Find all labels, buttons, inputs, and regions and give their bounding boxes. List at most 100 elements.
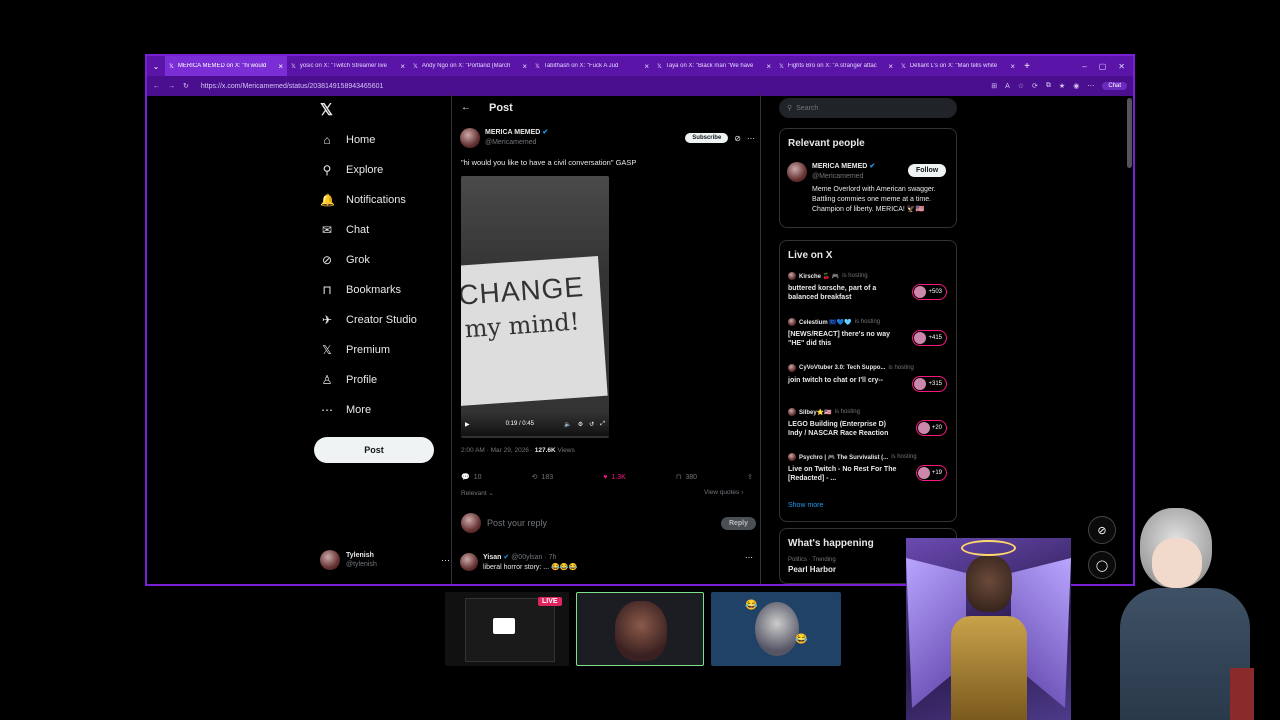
bookmark-count: 380 <box>685 473 698 481</box>
trend-item[interactable]: Politics · Trending Pearl Harbor <box>788 557 836 574</box>
share-icon[interactable]: ⇪ <box>747 473 753 481</box>
live-title: [NEWS/REACT] there's no way "HE" did thi… <box>788 331 891 347</box>
post-actions-top: Subscribe ⊘ ⋯ <box>685 133 755 143</box>
engagement-bar: 💬 10 ⟲ 183 ♥ 1.3K ⊓ 380 ⇪ <box>461 473 753 482</box>
reply-button[interactable]: Reply <box>720 516 756 530</box>
close-tab-icon[interactable]: × <box>400 62 405 71</box>
copilot-chat-button[interactable]: Chat <box>1102 82 1127 90</box>
repost-action[interactable]: ⟲ 183 <box>532 473 554 482</box>
volume-icon[interactable]: 🔈 <box>564 421 571 428</box>
reply-input[interactable]: Post your reply <box>487 518 547 528</box>
live-item[interactable]: Psychro | 🎮 The Survivalist (... is hosti… <box>788 453 953 483</box>
host-status: is hosting <box>842 273 868 279</box>
reload-icon[interactable]: ↻ <box>183 82 189 90</box>
browser-tab[interactable]: 𝕏 Defiant L's on X: "Man tells white × <box>897 56 1019 76</box>
live-badge: LIVE <box>538 597 562 606</box>
avatar <box>788 272 796 280</box>
tab-list-chevron-icon[interactable]: ⌄ <box>147 62 165 71</box>
trend-category: Politics · Trending <box>788 557 836 563</box>
character-body <box>951 616 1027 720</box>
x-logo-icon: 𝕏 <box>291 63 296 70</box>
close-window-icon[interactable]: ✕ <box>1118 62 1125 71</box>
host-status: is hosting <box>834 409 860 415</box>
app-icon[interactable]: ⊞ <box>991 82 997 90</box>
post-timestamp[interactable]: 2:00 AM · Mar 29, 2026 <box>461 447 529 454</box>
x-logo-icon[interactable]: 𝕏 <box>320 100 333 120</box>
more-icon[interactable]: ⋯ <box>745 553 753 573</box>
url-field[interactable]: https://x.com/Mericamemed/status/2038149… <box>201 83 384 90</box>
live-item[interactable]: CyVoVtuber 3.0: Tech Suppo... is hosting … <box>788 364 953 392</box>
follow-button[interactable]: Follow <box>908 164 947 177</box>
x-logo-icon: 𝕏 <box>169 63 174 70</box>
close-tab-icon[interactable]: × <box>766 62 771 71</box>
more-icon[interactable]: ⋯ <box>747 134 755 143</box>
account-switcher[interactable]: Tylenish @tylenish ⋯ <box>320 550 450 570</box>
search-input[interactable]: ⚲ Search <box>779 98 957 118</box>
relevant-people-panel: Relevant people MERICA MEMED ✔ @Mericame… <box>779 128 957 228</box>
favorites-icon[interactable]: ★ <box>1059 82 1065 90</box>
fullscreen-icon[interactable]: ⤢ <box>600 421 605 428</box>
avatar <box>914 378 927 390</box>
play-icon[interactable]: ▶ <box>465 421 470 428</box>
bookmark-action[interactable]: ⊓ 380 <box>676 473 698 482</box>
collections-icon[interactable]: ⧉ <box>1046 82 1051 90</box>
reply-sort[interactable]: Relevant ⌄ <box>461 489 494 497</box>
sort-label: Relevant ⌄ <box>461 490 494 497</box>
show-more-link[interactable]: Show more <box>788 502 823 509</box>
maximize-icon[interactable]: ▢ <box>1099 62 1107 71</box>
person-name: MERICA MEMED <box>812 163 868 170</box>
reply-item[interactable]: Yisan ✔ @00ylsan · 7h liberal horror sto… <box>460 553 753 573</box>
reply-author[interactable]: Yisan <box>483 554 501 561</box>
live-item[interactable]: Silbey⭐🇺🇸 is hosting LEGO Building (Enter… <box>788 408 953 438</box>
back-icon[interactable]: ← <box>153 83 160 90</box>
forward-icon[interactable]: → <box>168 83 175 90</box>
browser-tab[interactable]: 𝕏 Taya on X: "Black man "We have × <box>653 56 775 76</box>
profile-icon[interactable]: ◉ <box>1073 82 1079 90</box>
tab-bar: ⌄ 𝕏 MERICA MEMED on X: "hi would × 𝕏yosic … <box>147 56 1133 76</box>
loop-icon[interactable]: ↺ <box>589 421 594 428</box>
post-button[interactable]: Post <box>314 437 434 463</box>
listener-count: +19 <box>915 465 947 481</box>
live-item[interactable]: Celestium 🇪🇺💙🩵 is hosting [NEWS/REACT] th… <box>788 318 953 348</box>
browser-tab[interactable]: 𝕏 MERICA MEMED on X: "hi would × <box>165 56 287 76</box>
subscribe-button[interactable]: Subscribe <box>685 133 729 143</box>
favorite-star-icon[interactable]: ☆ <box>1018 82 1024 90</box>
search-icon: ⚲ <box>787 105 793 112</box>
settings-icon[interactable]: ⚙ <box>578 421 583 428</box>
close-tab-icon[interactable]: × <box>278 62 283 71</box>
close-tab-icon[interactable]: × <box>1010 62 1015 71</box>
character-avatar <box>615 601 667 661</box>
refresh-icon[interactable]: ⟳ <box>1032 82 1038 90</box>
new-tab-icon[interactable]: + <box>1019 61 1035 72</box>
scrollbar[interactable] <box>1127 98 1132 168</box>
avatar <box>788 408 796 416</box>
reply-action[interactable]: 💬 10 <box>461 473 482 482</box>
close-tab-icon[interactable]: × <box>644 62 649 71</box>
author-avatar[interactable] <box>460 128 480 148</box>
video-player[interactable]: CHANGE my mind! <box>461 176 609 438</box>
read-aloud-icon[interactable]: A <box>1005 83 1010 90</box>
close-tab-icon[interactable]: × <box>522 62 527 71</box>
webcam-thumbnail[interactable] <box>576 592 704 666</box>
author-name[interactable]: MERICA MEMED <box>485 129 540 136</box>
browser-tab[interactable]: 𝕏 Andy Ngo on X: "Portland (March × <box>409 56 531 76</box>
author-handle[interactable]: @Mericamemed <box>485 138 548 148</box>
like-action[interactable]: ♥ 1.3K <box>603 473 626 481</box>
close-tab-icon[interactable]: × <box>888 62 893 71</box>
avatar-thumbnail[interactable]: 😂 😂 <box>711 592 841 666</box>
browser-tab[interactable]: 𝕏 Tabithash on X: "Fuck A Jud × <box>531 56 653 76</box>
back-arrow-icon[interactable]: ← <box>461 102 471 113</box>
grok-icon[interactable]: ⊘ <box>734 134 741 143</box>
browser-tab[interactable]: 𝕏yosic on X: "Twitch Streamer live × <box>287 56 409 76</box>
live-title: Live on Twitch - No Rest For The [Redact… <box>788 466 897 482</box>
browser-tab[interactable]: 𝕏 Fights Bro on X: "A stranger attac × <box>775 56 897 76</box>
home-icon: ⌂ <box>323 133 331 147</box>
view-quotes-link[interactable]: View quotes › <box>704 489 743 496</box>
host-name: Kirsche 🍒 🎮 <box>799 273 840 280</box>
menu-icon[interactable]: ⋯ <box>1087 82 1094 90</box>
live-item[interactable]: Kirsche 🍒 🎮 is hosting buttered korsche, … <box>788 272 953 302</box>
avatar <box>461 513 481 533</box>
address-bar: ← → ↻ https://x.com/Mericamemed/status/2… <box>147 76 1133 96</box>
more-icon[interactable]: ⋯ <box>441 555 450 566</box>
minimize-icon[interactable]: – <box>1082 62 1086 71</box>
